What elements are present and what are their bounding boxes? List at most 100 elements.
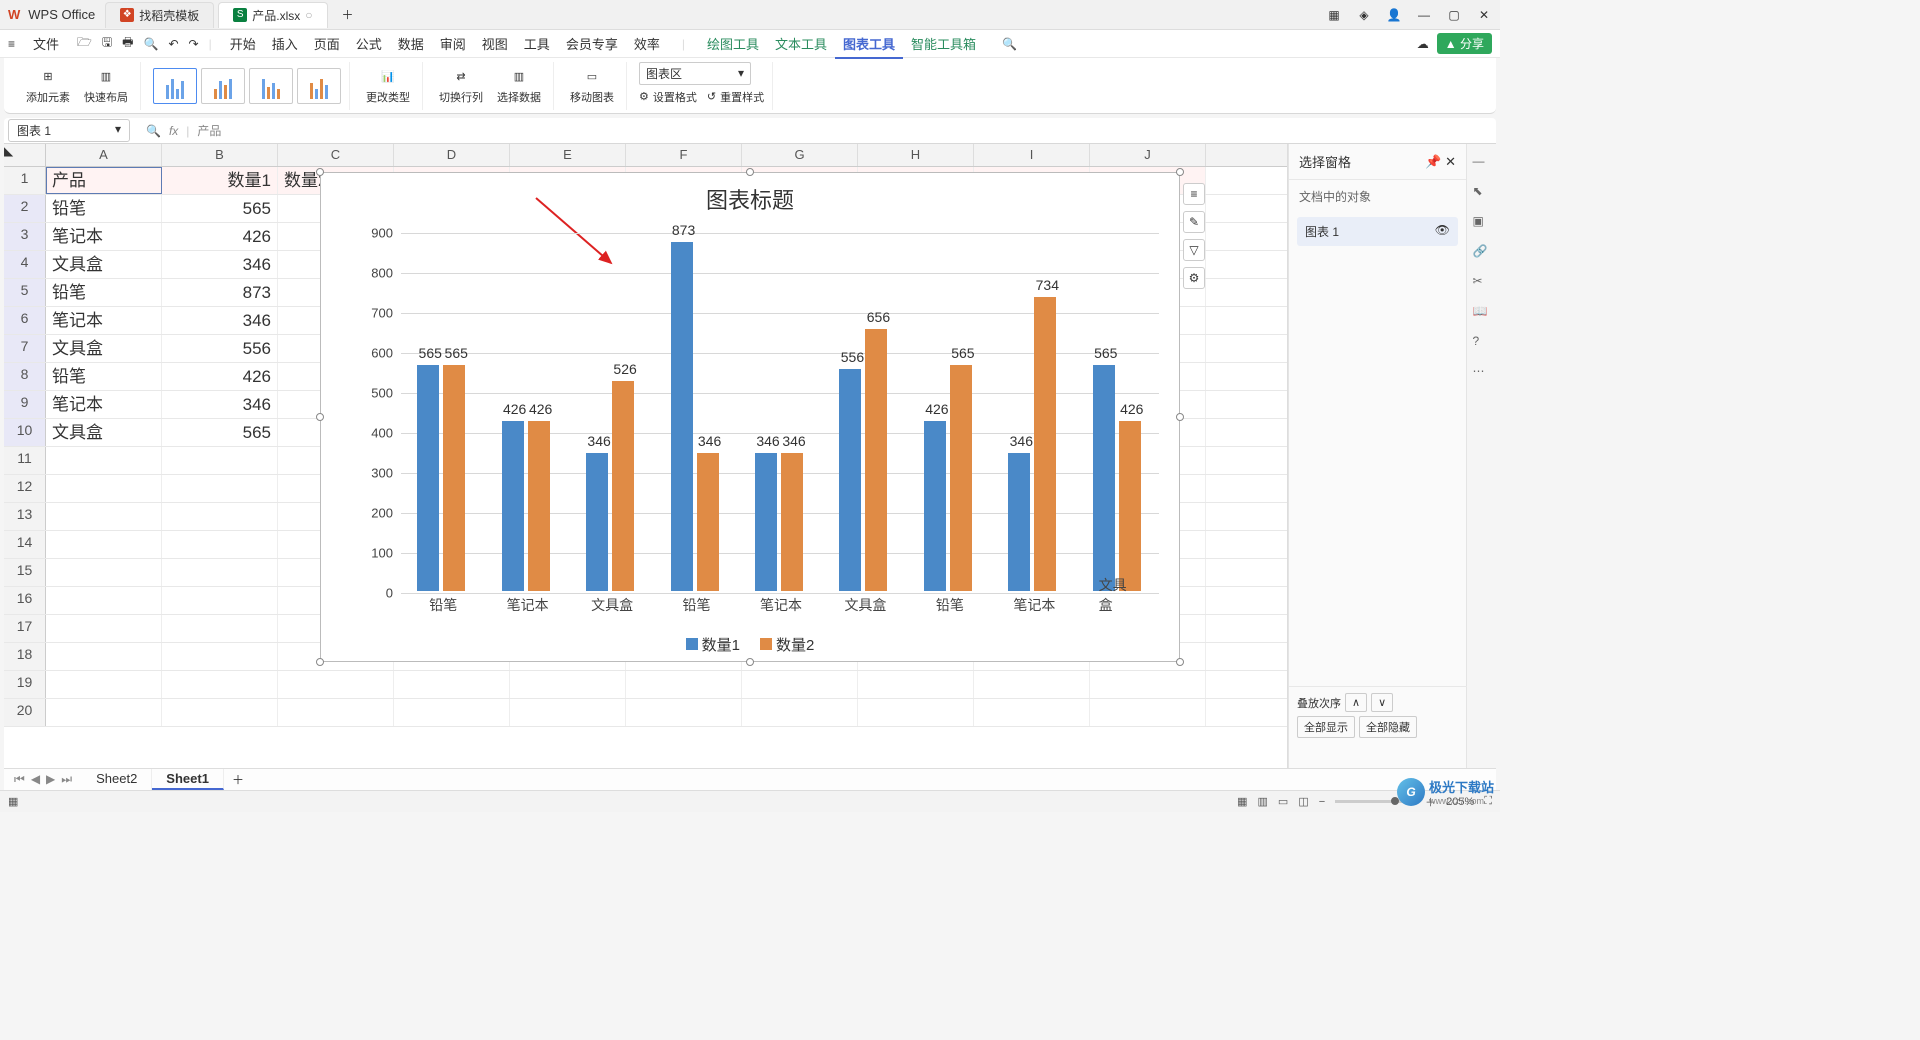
col-header[interactable]: F [626, 144, 742, 166]
cell[interactable]: 文具盒 [46, 419, 162, 446]
cell[interactable] [974, 699, 1090, 726]
fx-search-icon[interactable]: 🔍 [146, 124, 161, 138]
row-header[interactable]: 10 [4, 419, 46, 446]
row-header[interactable]: 12 [4, 475, 46, 502]
chart-plot-area[interactable]: 0100200300400500600700800900 565565铅笔426… [355, 233, 1159, 591]
cell[interactable] [162, 699, 278, 726]
cell[interactable]: 文具盒 [46, 335, 162, 362]
name-box[interactable]: 图表 1▾ [8, 119, 130, 142]
switch-row-col-button[interactable]: ⇄切换行列 [435, 65, 487, 107]
row-header[interactable]: 11 [4, 447, 46, 474]
move-chart-button[interactable]: ▭移动图表 [566, 65, 618, 107]
cell[interactable] [46, 671, 162, 698]
cell[interactable] [46, 587, 162, 614]
menu-公式[interactable]: 公式 [348, 33, 390, 56]
cell[interactable] [626, 699, 742, 726]
row-header[interactable]: 14 [4, 531, 46, 558]
col-header[interactable]: I [974, 144, 1090, 166]
cell[interactable] [742, 699, 858, 726]
doc-tab[interactable]: ❖找稻壳模板 [105, 2, 214, 28]
cell[interactable]: 笔记本 [46, 223, 162, 250]
save-icon[interactable]: 🖫 [102, 33, 112, 54]
new-tab-button[interactable]: ＋ [332, 2, 364, 27]
add-sheet-button[interactable]: ＋ [224, 771, 252, 788]
chart-legend[interactable]: 数量1 数量2 [321, 634, 1179, 655]
change-type-button[interactable]: 📊更改类型 [362, 65, 414, 107]
sheet-first-icon[interactable]: ⏮ [14, 772, 25, 787]
cell[interactable] [46, 643, 162, 670]
move-up-button[interactable]: ∧ [1345, 693, 1367, 712]
cell[interactable] [278, 671, 394, 698]
cell[interactable] [162, 503, 278, 530]
book-icon[interactable]: 📖 [1473, 304, 1491, 322]
cell[interactable] [162, 447, 278, 474]
cell[interactable] [974, 671, 1090, 698]
layers-icon[interactable]: ▣ [1473, 214, 1491, 232]
row-header[interactable]: 2 [4, 195, 46, 222]
cube-icon[interactable]: ◈ [1356, 7, 1372, 23]
cell[interactable]: 铅笔 [46, 363, 162, 390]
collapse-icon[interactable]: — [1473, 154, 1491, 172]
column-headers[interactable]: ◣ABCDEFGHIJ [4, 144, 1287, 167]
maximize-button[interactable]: ▢ [1446, 7, 1462, 23]
cell[interactable]: 556 [162, 335, 278, 362]
cell[interactable] [742, 671, 858, 698]
cell[interactable] [510, 699, 626, 726]
cell[interactable]: 笔记本 [46, 307, 162, 334]
preview-icon[interactable]: 🔍 [143, 37, 158, 51]
menu-审阅[interactable]: 审阅 [432, 33, 474, 56]
row-header[interactable]: 9 [4, 391, 46, 418]
view-layout-icon[interactable]: ▭ [1278, 795, 1288, 808]
col-header[interactable]: D [394, 144, 510, 166]
set-format-button[interactable]: ⚙ 设置格式 [639, 89, 697, 105]
select-icon[interactable]: ⬉ [1473, 184, 1491, 202]
cell[interactable] [46, 503, 162, 530]
cell[interactable] [162, 475, 278, 502]
share-button[interactable]: ▲ 分享 [1437, 33, 1492, 54]
chart-bars[interactable]: 565565铅笔426426笔记本346526文具盒873346铅笔346346… [401, 233, 1159, 591]
minimize-button[interactable]: — [1416, 7, 1432, 23]
menu-工具[interactable]: 工具 [516, 33, 558, 56]
doc-tab[interactable]: S产品.xlsx ○ [218, 2, 327, 28]
sheet-last-icon[interactable]: ⏭ [61, 772, 72, 787]
chart-style-gallery[interactable] [145, 62, 350, 110]
add-element-button[interactable]: ⊞添加元素 [22, 65, 74, 107]
object-list-item[interactable]: 图表 1👁 [1297, 217, 1458, 246]
menu-会员专享[interactable]: 会员专享 [558, 33, 626, 56]
chart-style-thumb[interactable] [249, 68, 293, 104]
open-icon[interactable]: 🗁 [77, 33, 92, 54]
cell[interactable] [1090, 671, 1206, 698]
cell[interactable] [394, 671, 510, 698]
cell[interactable] [46, 559, 162, 586]
row-header[interactable]: 4 [4, 251, 46, 278]
pin-icon[interactable]: 📌 [1425, 154, 1441, 169]
cell[interactable] [162, 643, 278, 670]
row-header[interactable]: 15 [4, 559, 46, 586]
cell[interactable] [162, 671, 278, 698]
reading-mode-icon[interactable]: ◫ [1298, 795, 1308, 808]
quick-layout-button[interactable]: ▥快速布局 [80, 65, 132, 107]
link-icon[interactable]: 🔗 [1473, 244, 1491, 262]
col-header[interactable]: B [162, 144, 278, 166]
search-icon[interactable]: 🔍 [1002, 37, 1017, 51]
chart-title[interactable]: 图表标题 [321, 183, 1179, 215]
print-icon[interactable]: 🖶 [122, 33, 133, 54]
cell[interactable]: 铅笔 [46, 195, 162, 222]
cell[interactable] [162, 531, 278, 558]
menu-智能工具箱[interactable]: 智能工具箱 [903, 33, 984, 56]
help-icon[interactable]: ? [1473, 334, 1491, 352]
close-button[interactable]: ✕ [1476, 7, 1492, 23]
select-all-corner[interactable]: ◣ [4, 144, 46, 166]
close-pane-icon[interactable]: ✕ [1445, 154, 1456, 169]
cell[interactable] [46, 531, 162, 558]
cell[interactable]: 565 [162, 195, 278, 222]
menu-数据[interactable]: 数据 [390, 33, 432, 56]
move-down-button[interactable]: ∨ [1371, 693, 1393, 712]
col-header[interactable]: G [742, 144, 858, 166]
cell[interactable]: 346 [162, 307, 278, 334]
cell[interactable] [162, 615, 278, 642]
row-header[interactable]: 19 [4, 671, 46, 698]
undo-icon[interactable]: ↶ [168, 37, 178, 51]
file-menu[interactable]: 文件 [25, 30, 67, 57]
menu-绘图工具[interactable]: 绘图工具 [699, 33, 767, 56]
